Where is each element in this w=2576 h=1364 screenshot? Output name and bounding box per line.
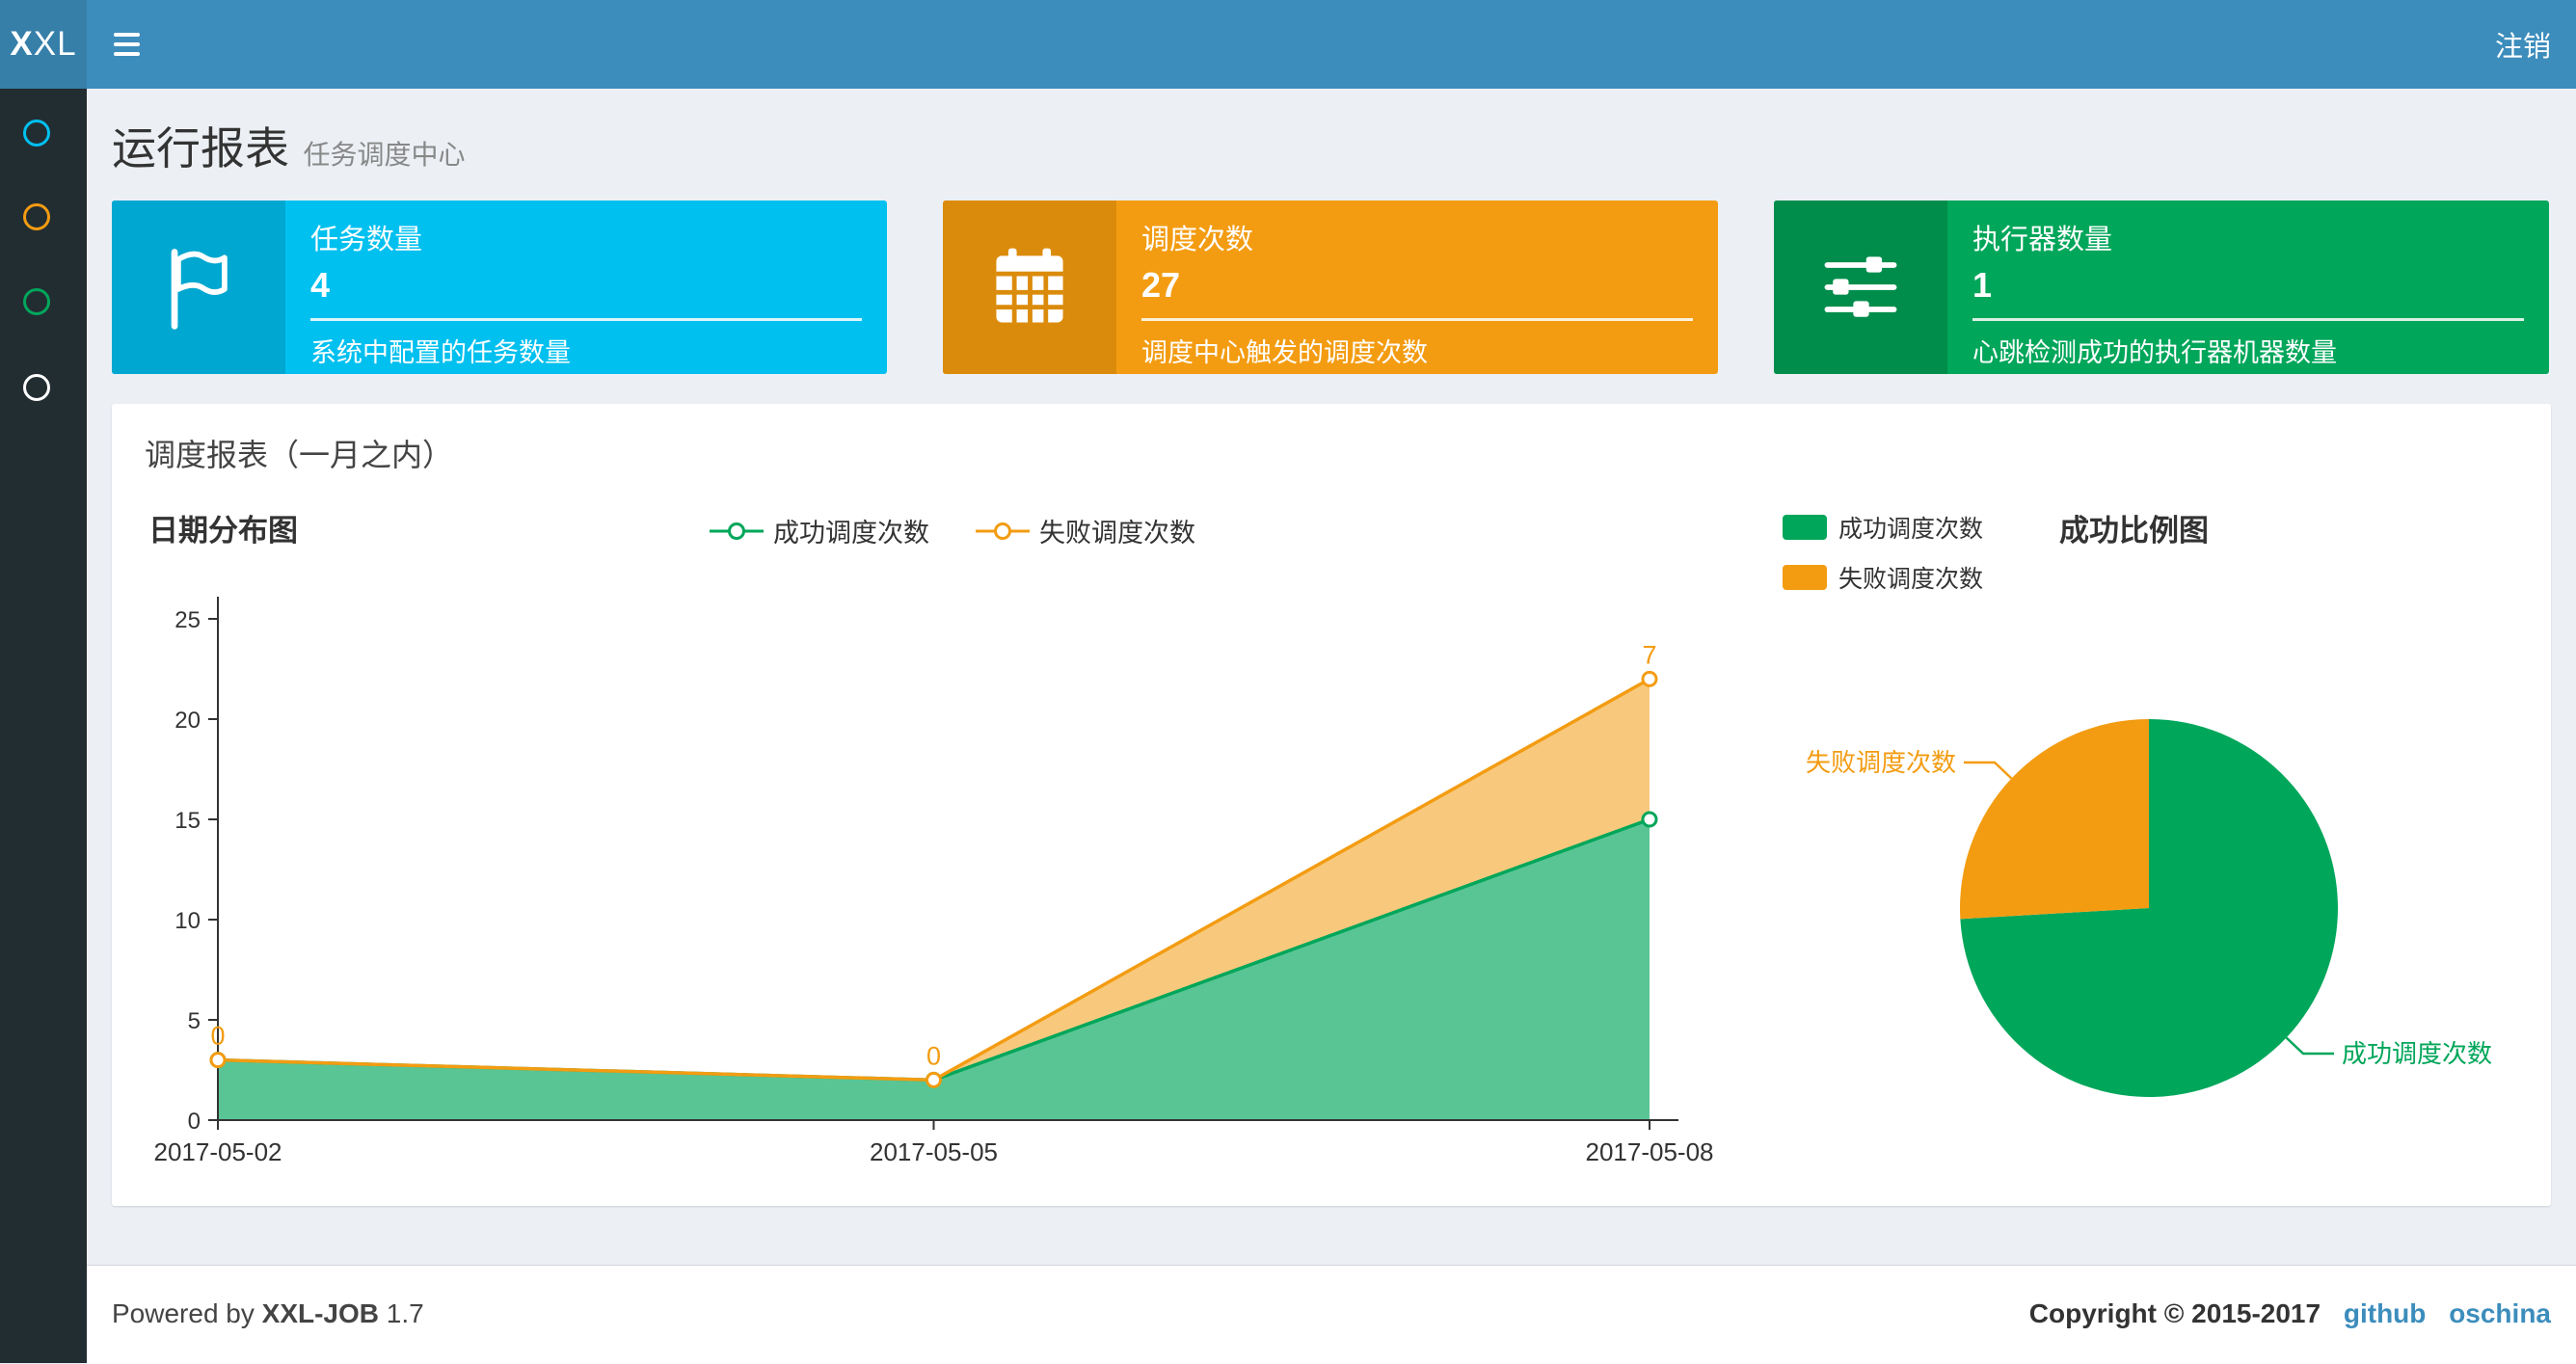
version-text: 1.7 — [386, 1298, 424, 1328]
legend-label: 成功调度次数 — [773, 519, 929, 548]
footer-powered-by: Powered by XXL-JOB 1.7 — [112, 1298, 424, 1329]
page-subtitle: 任务调度中心 — [303, 140, 466, 170]
circle-icon — [23, 374, 50, 401]
github-link[interactable]: github — [2344, 1298, 2427, 1328]
line-marker-icon — [976, 522, 1030, 541]
info-box-value: 27 — [1141, 265, 1181, 305]
top-navbar: X XL 注销 — [0, 0, 2576, 89]
info-box-desc: 系统中配置的任务数量 — [310, 338, 571, 367]
legend-label: 失败调度次数 — [1039, 519, 1195, 548]
main-content: 运行报表 任务调度中心 任务数量 4 系统中配置的任务数量 调度次数 27 调度… — [87, 89, 2576, 1364]
page-header: 运行报表 任务调度中心 — [112, 114, 465, 177]
info-box-label: 调度次数 — [1141, 225, 1254, 255]
hamburger-bar — [114, 42, 140, 46]
svg-text:0: 0 — [210, 1022, 225, 1051]
app-logo[interactable]: X XL — [0, 0, 87, 89]
powered-by-text: Powered by — [112, 1298, 255, 1328]
info-box-value: 1 — [1972, 265, 1993, 305]
svg-text:15: 15 — [174, 808, 201, 834]
svg-text:成功调度次数: 成功调度次数 — [2342, 1039, 2492, 1068]
info-box-content: 任务数量 4 系统中配置的任务数量 — [285, 201, 887, 374]
svg-text:5: 5 — [188, 1008, 201, 1034]
divider — [1141, 318, 1693, 321]
svg-text:7: 7 — [1642, 640, 1656, 669]
svg-text:20: 20 — [174, 708, 201, 734]
brand-text: XXL-JOB — [261, 1298, 380, 1328]
svg-text:2017-05-08: 2017-05-08 — [1586, 1137, 1714, 1165]
sidebar-item-1[interactable] — [23, 120, 50, 147]
legend-item-fail[interactable]: 失败调度次数 — [976, 512, 1195, 549]
info-box-value: 4 — [310, 265, 331, 305]
divider — [310, 318, 862, 321]
hamburger-bar — [114, 33, 140, 37]
copyright-text: Copyright © 2015-2017 — [2028, 1298, 2321, 1328]
info-box-triggers: 调度次数 27 调度中心触发的调度次数 — [943, 201, 1718, 374]
sidebar — [0, 89, 87, 1363]
svg-text:0: 0 — [188, 1109, 201, 1135]
logo-text: XL — [33, 25, 77, 63]
sidebar-item-3[interactable] — [23, 288, 50, 315]
hamburger-bar — [114, 52, 140, 56]
info-box-executors: 执行器数量 1 心跳检测成功的执行器机器数量 — [1774, 201, 2549, 374]
info-box-desc: 心跳检测成功的执行器机器数量 — [1972, 338, 2337, 367]
flag-icon — [112, 201, 285, 374]
svg-text:10: 10 — [174, 908, 201, 934]
line-chart-title: 日期分布图 — [148, 514, 298, 548]
info-box-label: 任务数量 — [310, 225, 423, 255]
schedule-report-panel: 调度报表（一月之内） 日期分布图 成功调度次数 失败调度次数 0 5 10 15 20 2… — [112, 404, 2551, 1206]
date-distribution-chart: 05101520252017-05-02 2017-05-05 2017-05-08… — [154, 597, 1714, 1165]
logout-link[interactable]: 注销 — [2495, 0, 2551, 89]
circle-icon — [23, 288, 50, 315]
success-ratio-pie-chart: 成功调度次数 失败调度次数 — [1806, 719, 2492, 1097]
svg-text:0: 0 — [926, 1041, 941, 1070]
footer-copyright: Copyright © 2015-2017 github oschina — [2029, 1298, 2551, 1329]
info-box-content: 调度次数 27 调度中心触发的调度次数 — [1116, 201, 1718, 374]
svg-text:2017-05-02: 2017-05-02 — [154, 1137, 282, 1165]
info-box-label: 执行器数量 — [1972, 225, 2113, 255]
divider — [1972, 318, 2524, 321]
line-chart-legend: 成功调度次数 失败调度次数 — [710, 512, 1195, 549]
circle-icon — [23, 120, 50, 147]
legend-item-success[interactable]: 成功调度次数 — [710, 512, 929, 549]
logo-text-bold: X — [10, 25, 34, 63]
footer: Powered by XXL-JOB 1.7 Copyright © 2015-… — [87, 1265, 2576, 1364]
info-box-jobs: 任务数量 4 系统中配置的任务数量 — [112, 201, 887, 374]
svg-text:2017-05-05: 2017-05-05 — [870, 1137, 998, 1165]
info-box-content: 执行器数量 1 心跳检测成功的执行器机器数量 — [1947, 201, 2549, 374]
line-marker-icon — [710, 522, 764, 541]
sliders-icon — [1774, 201, 1947, 374]
calendar-icon — [943, 201, 1116, 374]
page-title: 运行报表 — [112, 123, 289, 174]
info-box-desc: 调度中心触发的调度次数 — [1141, 338, 1428, 367]
panel-title: 调度报表（一月之内） — [145, 438, 454, 472]
oschina-link[interactable]: oschina — [2449, 1298, 2551, 1328]
sidebar-toggle-icon[interactable] — [114, 27, 143, 62]
sidebar-item-4[interactable] — [23, 374, 50, 401]
circle-icon — [23, 203, 50, 230]
svg-text:失败调度次数: 失败调度次数 — [1806, 748, 1956, 777]
sidebar-item-2[interactable] — [23, 203, 50, 230]
svg-text:25: 25 — [174, 607, 201, 633]
